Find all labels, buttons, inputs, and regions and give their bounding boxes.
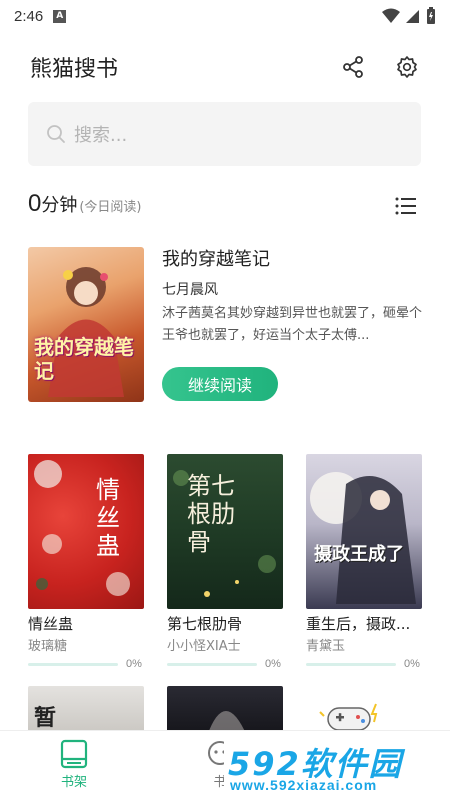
progress-track bbox=[167, 662, 257, 666]
status-bar: 2:46 A bbox=[0, 0, 450, 32]
status-right-icons bbox=[382, 7, 436, 25]
header-actions bbox=[340, 54, 420, 80]
shelf-book-author: 玻璃糖 bbox=[28, 639, 68, 654]
settings-button[interactable] bbox=[394, 54, 420, 80]
current-book-cover[interactable]: 我的穿越笔记 bbox=[28, 247, 144, 402]
shelf-book-partial[interactable]: 暂 bbox=[28, 686, 144, 736]
search-bar[interactable]: 搜索... bbox=[28, 102, 421, 166]
shelf-book-cover-title: 第七根肋骨 bbox=[187, 472, 235, 556]
cover-art-warrior bbox=[310, 472, 416, 604]
progress-percent: 0% bbox=[265, 658, 281, 670]
current-book-card[interactable]: 我的穿越笔记 我的穿越笔记 七月晨风 沐子茜莫名其妙穿越到异世也就罢了，砸晕个王… bbox=[28, 247, 423, 407]
shelf-book[interactable]: 摄政王成了 重生后，摄政... 青黛玉 0% bbox=[306, 454, 422, 670]
reading-minutes: 0 bbox=[28, 190, 42, 217]
share-button[interactable] bbox=[340, 54, 366, 80]
wifi-icon bbox=[382, 8, 400, 23]
list-icon bbox=[395, 197, 416, 215]
share-icon bbox=[343, 56, 363, 78]
shelf-book-cover-title: 摄政王成了 bbox=[314, 544, 404, 565]
shelf-book-cover[interactable]: 摄政王成了 bbox=[306, 454, 422, 609]
app-title: 熊猫搜书 bbox=[30, 57, 119, 82]
battery-icon bbox=[427, 7, 435, 24]
search-icon bbox=[47, 125, 65, 143]
cover-art-flowers bbox=[34, 460, 130, 596]
status-time: 2:46 bbox=[14, 7, 44, 25]
shelf-book[interactable]: 第七根肋骨 第七根肋骨 小小怪XIA士 0% bbox=[167, 454, 283, 670]
bookshelf-icon bbox=[60, 739, 88, 769]
shelf-book-progress: 0% bbox=[167, 658, 283, 670]
current-book-title: 我的穿越笔记 bbox=[162, 249, 270, 270]
progress-percent: 0% bbox=[126, 658, 142, 670]
list-view-button[interactable] bbox=[393, 193, 419, 219]
watermark-logo: 592软件园 www.592xiazai.com bbox=[224, 739, 450, 797]
reading-note: (今日阅读) bbox=[79, 200, 142, 215]
shelf-book-author: 青黛玉 bbox=[306, 639, 346, 654]
shelf-book-author: 小小怪XIA士 bbox=[167, 639, 241, 654]
gear-icon bbox=[397, 56, 417, 78]
progress-track bbox=[306, 662, 396, 666]
shelf-book-cover[interactable]: 第七根肋骨 bbox=[167, 454, 283, 609]
watermark-overlay: 592软件园 www.592xiazai.com bbox=[224, 731, 450, 800]
reading-time: 0 分钟 (今日阅读) bbox=[28, 190, 142, 218]
current-book-info: 我的穿越笔记 七月晨风 沐子茜莫名其妙穿越到异世也就罢了，砸晕个王爷也就罢了，好… bbox=[162, 247, 424, 347]
current-book-description: 沐子茜莫名其妙穿越到异世也就罢了，砸晕个王爷也就罢了，好运当个太子太傅... bbox=[162, 306, 423, 343]
continue-reading-button[interactable]: 继续阅读 bbox=[162, 367, 278, 401]
app-header: 熊猫搜书 bbox=[0, 44, 450, 90]
current-book-cover-title: 我的穿越笔记 bbox=[34, 335, 134, 383]
shelf-book[interactable]: 情丝蛊 情丝蛊 玻璃糖 0% bbox=[28, 454, 144, 670]
current-book-author: 七月晨风 bbox=[162, 282, 218, 298]
shelf-book-title: 情丝蛊 bbox=[28, 615, 74, 633]
gamepad-icon bbox=[319, 703, 378, 731]
shelf-book-progress: 0% bbox=[306, 658, 422, 670]
search-placeholder: 搜索... bbox=[74, 125, 128, 146]
shelf-book-progress: 0% bbox=[28, 658, 144, 670]
signal-icon bbox=[406, 10, 419, 23]
shelf-book-partial[interactable] bbox=[306, 686, 422, 736]
progress-track bbox=[28, 662, 118, 666]
shelf-book-title: 第七根肋骨 bbox=[167, 615, 243, 633]
watermark-url: www.592xiazai.com bbox=[230, 777, 378, 793]
shelf-book-cover-title: 情丝蛊 bbox=[96, 476, 120, 560]
nav-bookshelf-label: 书架 bbox=[60, 775, 87, 790]
notification-a-icon: A bbox=[53, 9, 67, 23]
shelf-book-title: 重生后，摄政... bbox=[306, 615, 411, 633]
nav-bookshelf[interactable]: 书架 bbox=[34, 739, 114, 790]
reading-unit: 分钟 bbox=[41, 195, 78, 216]
shelf-book-partial[interactable] bbox=[167, 686, 283, 736]
cover-art-portrait bbox=[207, 711, 247, 736]
progress-percent: 0% bbox=[404, 658, 420, 670]
partial-cover-title: 暂 bbox=[34, 705, 57, 731]
shelf-book-cover[interactable]: 情丝蛊 bbox=[28, 454, 144, 609]
